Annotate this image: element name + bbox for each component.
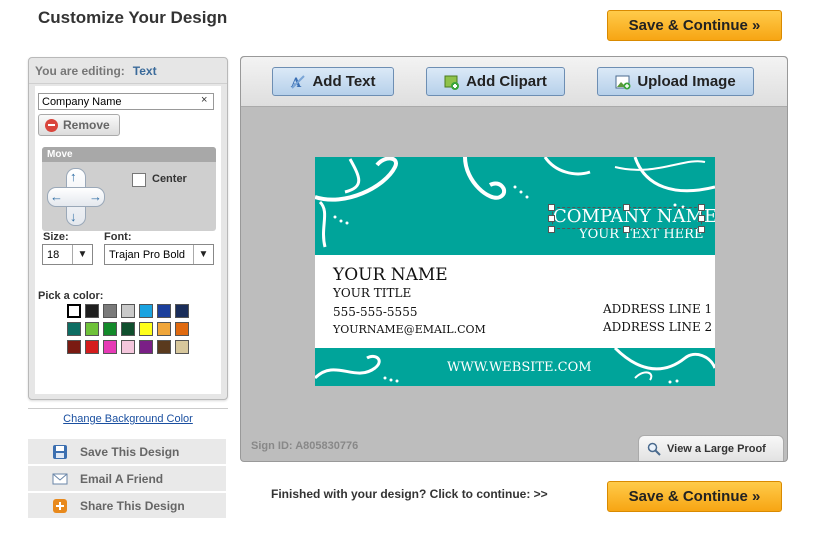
- clipart-icon: [444, 75, 460, 90]
- color-swatch[interactable]: [85, 340, 99, 354]
- add-clipart-label: Add Clipart: [466, 73, 547, 90]
- color-swatch[interactable]: [121, 304, 135, 318]
- editor-options-panel: You are editing: Text × Remove Move ↑ ↓ …: [28, 57, 228, 400]
- change-background-link[interactable]: Change Background Color: [28, 408, 228, 425]
- resize-handle[interactable]: [548, 226, 555, 233]
- move-left-arrow-icon[interactable]: ←: [50, 190, 63, 203]
- floppy-disk-icon: [53, 444, 67, 459]
- card-address-line-2[interactable]: ADDRESS LINE 2: [603, 320, 712, 334]
- resize-handle[interactable]: [548, 215, 555, 222]
- card-person-name[interactable]: YOUR NAME: [333, 265, 448, 285]
- view-large-proof-tab[interactable]: View a Large Proof: [638, 435, 784, 461]
- resize-handle[interactable]: [623, 226, 630, 233]
- resize-handle[interactable]: [548, 204, 555, 211]
- editor-toolbar: A Add Text Add Clipart Upload Image: [241, 57, 787, 107]
- size-value: 18: [47, 248, 60, 261]
- color-swatch[interactable]: [67, 304, 81, 318]
- color-swatch[interactable]: [85, 304, 99, 318]
- direction-pad: ↑ ↓ ← →: [47, 168, 105, 226]
- editing-label: You are editing:: [35, 63, 125, 78]
- move-header: Move: [42, 147, 216, 162]
- save-continue-button-bottom[interactable]: Save & Continue »: [607, 481, 782, 512]
- color-swatch[interactable]: [103, 304, 117, 318]
- font-select[interactable]: Trajan Pro Bold ▼: [104, 244, 214, 265]
- move-up-arrow-icon[interactable]: ↑: [70, 170, 77, 183]
- remove-icon: [45, 118, 58, 132]
- clear-text-icon[interactable]: ×: [201, 94, 207, 106]
- color-swatch[interactable]: [139, 340, 153, 354]
- save-design-label: Save This Design: [80, 444, 180, 459]
- business-card-canvas[interactable]: COMPANY NAME YOUR TEXT HERE YOUR NAME YO…: [315, 157, 715, 386]
- upload-image-label: Upload Image: [637, 73, 736, 90]
- color-swatch[interactable]: [67, 340, 81, 354]
- color-swatch[interactable]: [139, 304, 153, 318]
- size-label: Size:: [43, 231, 69, 243]
- design-editor: A Add Text Add Clipart Upload Image: [240, 56, 788, 462]
- size-select[interactable]: 18 ▼: [42, 244, 93, 265]
- color-swatch[interactable]: [175, 322, 189, 336]
- size-dropdown-icon: ▼: [72, 245, 92, 264]
- card-tagline[interactable]: YOUR TEXT HERE: [579, 227, 703, 242]
- color-swatch[interactable]: [85, 322, 99, 336]
- page-title: Customize Your Design: [38, 8, 228, 27]
- card-email[interactable]: YOURNAME@EMAIL.COM: [333, 323, 486, 336]
- resize-handle[interactable]: [698, 215, 705, 222]
- save-design-button[interactable]: Save This Design: [28, 439, 226, 466]
- sign-id: Sign ID: A805830776: [251, 440, 359, 452]
- upload-image-icon: [615, 75, 631, 89]
- add-text-label: Add Text: [312, 73, 376, 90]
- add-text-button[interactable]: A Add Text: [272, 67, 394, 96]
- font-label: Font:: [104, 231, 132, 243]
- share-design-button[interactable]: Share This Design: [28, 493, 226, 520]
- pick-color-label: Pick a color:: [38, 290, 104, 302]
- center-label: Center: [152, 173, 187, 185]
- move-right-arrow-icon[interactable]: →: [89, 190, 102, 203]
- color-swatch[interactable]: [139, 322, 153, 336]
- center-checkbox[interactable]: [132, 173, 146, 187]
- add-clipart-button[interactable]: Add Clipart: [426, 67, 565, 96]
- editing-status: You are editing: Text: [29, 58, 227, 84]
- color-swatches: [67, 304, 189, 354]
- plus-icon: [53, 498, 67, 513]
- resize-handle[interactable]: [698, 204, 705, 211]
- move-controls: Move ↑ ↓ ← → Center: [42, 147, 216, 231]
- move-down-arrow-icon[interactable]: ↓: [70, 210, 77, 223]
- color-swatch[interactable]: [67, 322, 81, 336]
- view-large-proof-label: View a Large Proof: [667, 442, 766, 455]
- remove-label: Remove: [63, 118, 110, 132]
- card-address-line-1[interactable]: ADDRESS LINE 1: [603, 302, 712, 316]
- editing-value: Text: [132, 63, 157, 78]
- color-swatch[interactable]: [121, 322, 135, 336]
- design-actions: Save This Design Email A Friend Share Th…: [28, 439, 226, 520]
- resize-handle[interactable]: [623, 204, 630, 211]
- remove-button[interactable]: Remove: [38, 114, 120, 136]
- resize-handle[interactable]: [698, 226, 705, 233]
- text-value-input[interactable]: [38, 93, 214, 110]
- upload-image-button[interactable]: Upload Image: [597, 67, 754, 96]
- email-friend-label: Email A Friend: [80, 471, 164, 486]
- envelope-icon: [52, 473, 68, 484]
- magnifier-icon: [647, 442, 661, 456]
- font-dropdown-icon: ▼: [193, 245, 213, 264]
- color-swatch[interactable]: [103, 322, 117, 336]
- card-person-title[interactable]: YOUR TITLE: [333, 286, 411, 300]
- color-swatch[interactable]: [175, 304, 189, 318]
- color-swatch[interactable]: [157, 322, 171, 336]
- card-website[interactable]: WWW.WEBSITE.COM: [447, 360, 592, 375]
- add-text-icon: A: [290, 74, 306, 90]
- color-swatch[interactable]: [103, 340, 117, 354]
- card-phone[interactable]: 555-555-5555: [333, 305, 417, 319]
- font-value: Trajan Pro Bold: [109, 248, 186, 261]
- color-swatch[interactable]: [121, 340, 135, 354]
- finished-prompt: Finished with your design? Click to cont…: [271, 487, 548, 501]
- share-design-label: Share This Design: [80, 498, 185, 513]
- color-swatch[interactable]: [157, 340, 171, 354]
- save-continue-button-top[interactable]: Save & Continue »: [607, 10, 782, 41]
- email-friend-button[interactable]: Email A Friend: [28, 466, 226, 493]
- color-swatch[interactable]: [175, 340, 189, 354]
- color-swatch[interactable]: [157, 304, 171, 318]
